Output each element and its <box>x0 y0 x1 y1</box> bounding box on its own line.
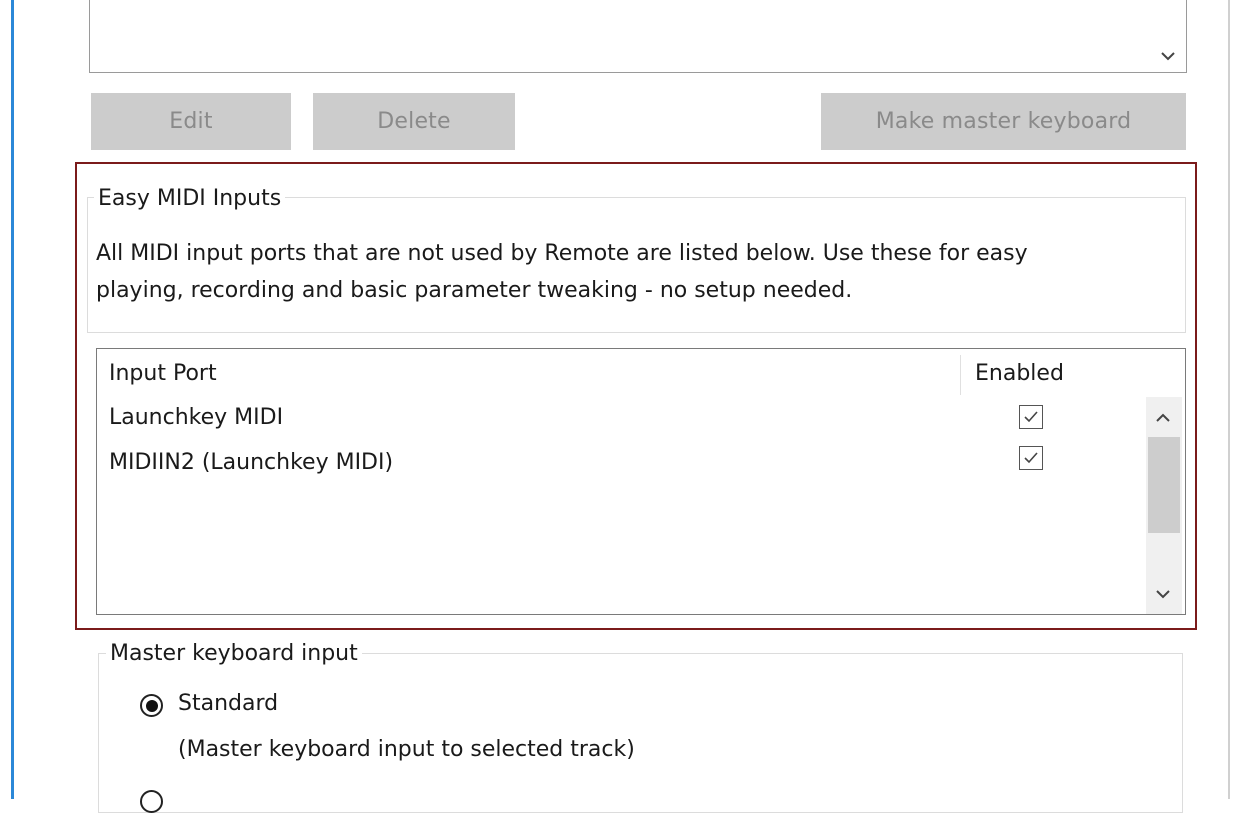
radio-standard[interactable] <box>140 694 163 717</box>
easy-midi-description-line2: playing, recording and basic parameter t… <box>96 278 853 303</box>
master-keyboard-input-title: Master keyboard input <box>106 640 362 668</box>
chevron-up-icon[interactable] <box>1155 409 1171 428</box>
list-item-port[interactable]: Launchkey MIDI <box>109 404 283 432</box>
column-header-enabled[interactable]: Enabled <box>975 360 1064 388</box>
vertical-scrollbar[interactable] <box>1146 397 1182 614</box>
delete-button[interactable]: Delete <box>313 93 515 150</box>
control-surface-list[interactable] <box>89 0 1187 73</box>
chevron-down-icon[interactable] <box>1156 45 1180 65</box>
radio-standard-label[interactable]: Standard <box>178 690 278 718</box>
check-icon <box>1024 411 1038 423</box>
enabled-checkbox[interactable] <box>1019 446 1043 470</box>
radio-option-partial[interactable] <box>140 790 163 813</box>
radio-selected-icon <box>145 699 158 712</box>
scrollbar-thumb[interactable] <box>1148 437 1180 533</box>
radio-standard-description: (Master keyboard input to selected track… <box>178 737 635 762</box>
easy-midi-description-line1: All MIDI input ports that are not used b… <box>96 241 1028 266</box>
column-divider[interactable] <box>960 355 961 395</box>
master-keyboard-input-group <box>98 653 1183 813</box>
easy-midi-inputs-title: Easy MIDI Inputs <box>94 185 286 213</box>
chevron-down-icon[interactable] <box>1155 585 1171 604</box>
enabled-checkbox[interactable] <box>1019 405 1043 429</box>
input-port-list[interactable]: Input Port Enabled Launchkey MIDI MIDIIN… <box>96 348 1186 615</box>
check-icon <box>1024 452 1038 464</box>
column-header-input-port[interactable]: Input Port <box>109 360 217 388</box>
window-left-edge <box>11 0 14 799</box>
window-right-edge <box>1228 0 1230 799</box>
edit-button[interactable]: Edit <box>91 93 291 150</box>
list-item-port[interactable]: MIDIIN2 (Launchkey MIDI) <box>109 449 393 477</box>
make-master-keyboard-button[interactable]: Make master keyboard <box>821 93 1186 150</box>
